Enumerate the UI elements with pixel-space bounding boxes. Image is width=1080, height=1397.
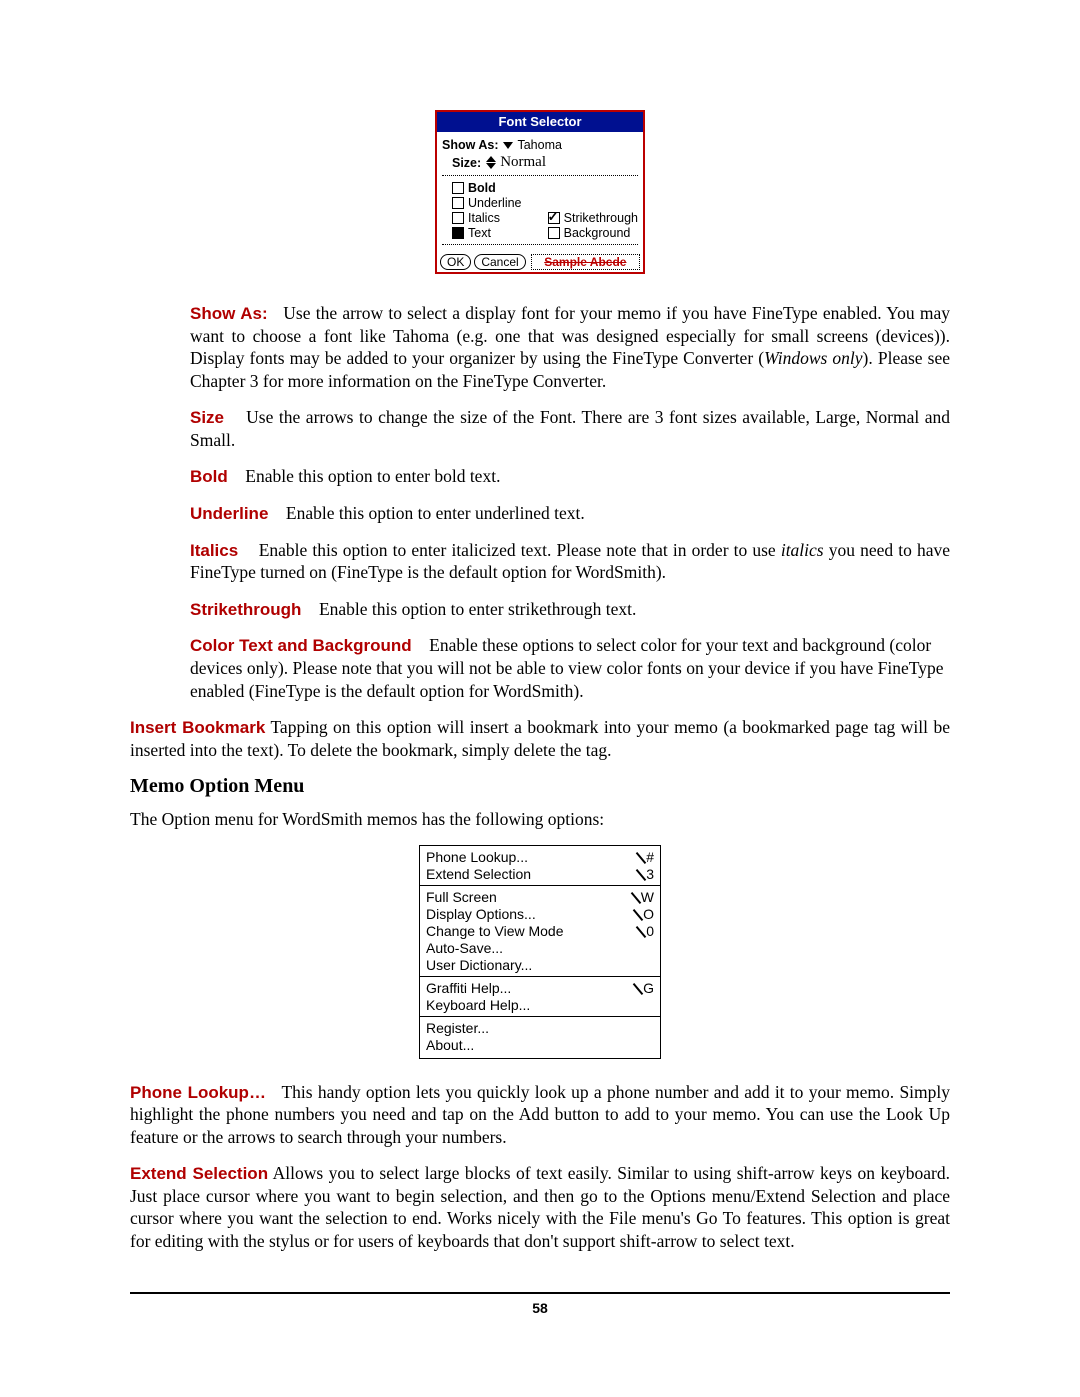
menu-shortcut: G (623, 980, 654, 996)
menu-shortcut: O (623, 906, 654, 922)
stroke-icon (631, 892, 642, 904)
memo-intro-text: The Option menu for WordSmith memos has … (130, 808, 950, 830)
dropdown-arrow-icon[interactable] (503, 142, 513, 149)
menu-about[interactable]: About... (426, 1037, 654, 1053)
menu-label: Display Options... (426, 906, 536, 922)
menu-register[interactable]: Register... (426, 1020, 654, 1036)
show-as-label: Show As: (442, 138, 498, 152)
menu-graffiti-help[interactable]: Graffiti Help... G (426, 980, 654, 996)
size-heading: Size (190, 408, 224, 427)
menu-label: Auto-Save... (426, 940, 503, 956)
page-number: 58 (130, 1300, 950, 1316)
text-color-label: Text (468, 226, 491, 240)
size-label: Size: (452, 156, 481, 170)
para-size: Size Use the arrows to change the size o… (190, 406, 950, 451)
options-menu: Phone Lookup... # Extend Selection 3 Ful… (419, 845, 661, 1059)
strikethrough-heading: Strikethrough (190, 600, 301, 619)
menu-label: Graffiti Help... (426, 980, 511, 996)
cancel-button[interactable]: Cancel (474, 254, 525, 270)
para-italics: Italics Enable this option to enter ital… (190, 539, 950, 584)
para-bold: Bold Enable this option to enter bold te… (190, 465, 950, 488)
menu-label: Register... (426, 1020, 489, 1036)
underline-check-label: Underline (468, 196, 522, 210)
underline-text: Enable this option to enter underlined t… (286, 503, 585, 523)
stroke-icon (636, 852, 647, 864)
menu-shortcut: W (621, 889, 654, 905)
para-strikethrough: Strikethrough Enable this option to ente… (190, 598, 950, 621)
menu-user-dictionary[interactable]: User Dictionary... (426, 957, 654, 973)
menu-change-view-mode[interactable]: Change to View Mode 0 (426, 923, 654, 939)
spinner-arrows-icon[interactable] (486, 156, 496, 169)
menu-label: Phone Lookup... (426, 849, 528, 865)
color-heading: Color Text and Background (190, 636, 412, 655)
italics-checkbox[interactable] (452, 212, 464, 224)
sample-preview: Sample Abcde (531, 254, 640, 270)
italics-check-label: Italics (468, 211, 500, 225)
dialog-title: Font Selector (437, 112, 643, 132)
stroke-icon (633, 983, 644, 995)
italics-italic-word: italics (781, 540, 824, 560)
footer-rule (130, 1292, 950, 1294)
size-text: Use the arrows to change the size of the… (190, 407, 950, 450)
menu-shortcut: 3 (626, 866, 654, 882)
menu-keyboard-help[interactable]: Keyboard Help... (426, 997, 654, 1013)
text-colorbox[interactable] (452, 227, 464, 239)
show-as-heading: Show As: (190, 304, 268, 323)
menu-label: Change to View Mode (426, 923, 564, 939)
menu-label: About... (426, 1037, 474, 1053)
underline-checkbox[interactable] (452, 197, 464, 209)
italics-heading: Italics (190, 541, 238, 560)
menu-full-screen[interactable]: Full Screen W (426, 889, 654, 905)
insert-bookmark-heading: Insert Bookmark (130, 718, 265, 737)
menu-auto-save[interactable]: Auto-Save... (426, 940, 654, 956)
strikethrough-text: Enable this option to enter strikethroug… (319, 599, 636, 619)
menu-label: Keyboard Help... (426, 997, 530, 1013)
bold-check-label: Bold (468, 181, 496, 195)
menu-display-options[interactable]: Display Options... O (426, 906, 654, 922)
bold-checkbox[interactable] (452, 182, 464, 194)
stroke-icon (633, 909, 644, 921)
stroke-icon (636, 869, 647, 881)
extend-selection-heading: Extend Selection (130, 1164, 268, 1183)
menu-extend-selection[interactable]: Extend Selection 3 (426, 866, 654, 882)
menu-shortcut: 0 (626, 923, 654, 939)
background-colorbox[interactable] (548, 227, 560, 239)
menu-phone-lookup[interactable]: Phone Lookup... # (426, 849, 654, 865)
show-as-value: Tahoma (517, 138, 561, 152)
ok-button[interactable]: OK (440, 254, 471, 270)
para-extend-selection: Extend Selection Allows you to select la… (130, 1162, 950, 1252)
bold-text: Enable this option to enter bold text. (245, 466, 500, 486)
menu-label: User Dictionary... (426, 957, 532, 973)
font-selector-dialog: Font Selector Show As: Tahoma Size: Norm… (435, 110, 645, 274)
menu-label: Extend Selection (426, 866, 531, 882)
para-underline: Underline Enable this option to enter un… (190, 502, 950, 525)
show-as-italic: Windows only (764, 348, 862, 368)
italics-text: Enable this option to enter italicized t… (259, 540, 781, 560)
para-phone-lookup: Phone Lookup… This handy option lets you… (130, 1081, 950, 1149)
menu-label: Full Screen (426, 889, 497, 905)
strikethrough-checkbox[interactable] (548, 212, 560, 224)
size-value: Normal (500, 154, 546, 171)
para-insert-bookmark: Insert Bookmark Tapping on this option w… (130, 716, 950, 761)
bold-heading: Bold (190, 467, 228, 486)
para-show-as: Show As: Use the arrow to select a displ… (190, 302, 950, 392)
para-color: Color Text and Background Enable these o… (190, 634, 950, 702)
stroke-icon (636, 926, 647, 938)
phone-lookup-heading: Phone Lookup… (130, 1083, 266, 1102)
underline-heading: Underline (190, 504, 268, 523)
strikethrough-check-label: Strikethrough (564, 211, 638, 225)
menu-shortcut: # (626, 849, 654, 865)
background-color-label: Background (564, 226, 631, 240)
memo-option-menu-heading: Memo Option Menu (130, 775, 950, 798)
